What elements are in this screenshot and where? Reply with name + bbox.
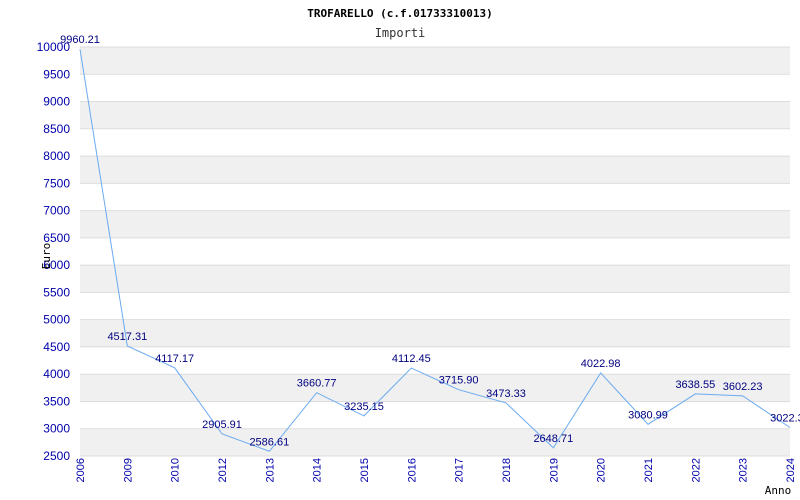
x-tick-label: 2014 [312,458,324,482]
x-tick-label: 2024 [785,458,797,482]
data-label: 2648.71 [533,433,573,445]
x-tick-label: 2021 [643,458,655,482]
data-label: 3080.99 [628,409,668,421]
data-label: 4112.45 [392,353,431,365]
y-tick-label: 5000 [43,313,70,327]
x-tick-label: 2009 [122,458,134,482]
x-tick-label: 2018 [501,458,513,482]
y-tick-label: 5500 [43,285,70,299]
grid-band [80,156,790,184]
grid-band [80,265,790,293]
y-tick-label: 2500 [43,449,70,463]
x-tick-label: 2006 [75,458,87,482]
y-tick-label: 3500 [43,394,70,408]
x-axis-ticks: 2006 2009 2010 2012 2013 2014 2015 2016 2017 2018… [75,458,797,482]
grid-band [80,210,790,238]
data-label: 2905.91 [202,419,242,431]
y-tick-label: 7000 [43,204,70,218]
y-tick-label: 4000 [43,367,70,381]
x-tick-label: 2010 [170,458,182,482]
data-label: 3602.23 [723,381,763,393]
grid-band [80,428,790,456]
y-tick-label: 9500 [43,67,70,81]
chart-title: TROFARELLO (c.f.01733310013) [307,7,492,20]
data-label: 3022.37 [770,413,800,425]
grid-band [80,319,790,347]
data-label: 9960.21 [60,34,100,46]
x-tick-label: 2012 [217,458,229,482]
data-label: 4022.98 [581,358,621,370]
data-label: 3660.77 [297,378,337,390]
y-tick-label: 8500 [43,122,70,136]
y-tick-label: 8000 [43,149,70,163]
x-tick-label: 2016 [406,458,418,482]
x-axis-label: Anno [765,484,792,497]
y-axis-label: Euro [40,243,53,270]
data-label: 4117.17 [155,353,194,365]
data-label: 3715.90 [439,375,479,387]
grid-band [80,47,790,75]
data-label: 2586.61 [249,436,289,448]
chart-subtitle: Importi [375,26,426,40]
grid-bands [80,47,790,456]
y-tick-label: 7500 [43,176,70,190]
x-tick-label: 2019 [548,458,560,482]
data-label: 3638.55 [675,379,715,391]
line-chart: 2500300035004000450050005500600065007000… [37,7,800,497]
x-tick-label: 2023 [738,458,750,482]
y-tick-label: 9000 [43,95,70,109]
data-label: 3235.15 [344,401,384,413]
x-tick-label: 2017 [454,458,466,482]
y-tick-label: 4500 [43,340,70,354]
x-tick-label: 2022 [690,458,702,482]
x-tick-label: 2015 [359,458,371,482]
data-label: 3473.33 [486,388,526,400]
x-tick-label: 2020 [596,458,608,482]
grid-band [80,101,790,129]
x-tick-label: 2013 [264,458,276,482]
y-tick-label: 3000 [43,422,70,436]
data-label: 4517.31 [107,331,147,343]
